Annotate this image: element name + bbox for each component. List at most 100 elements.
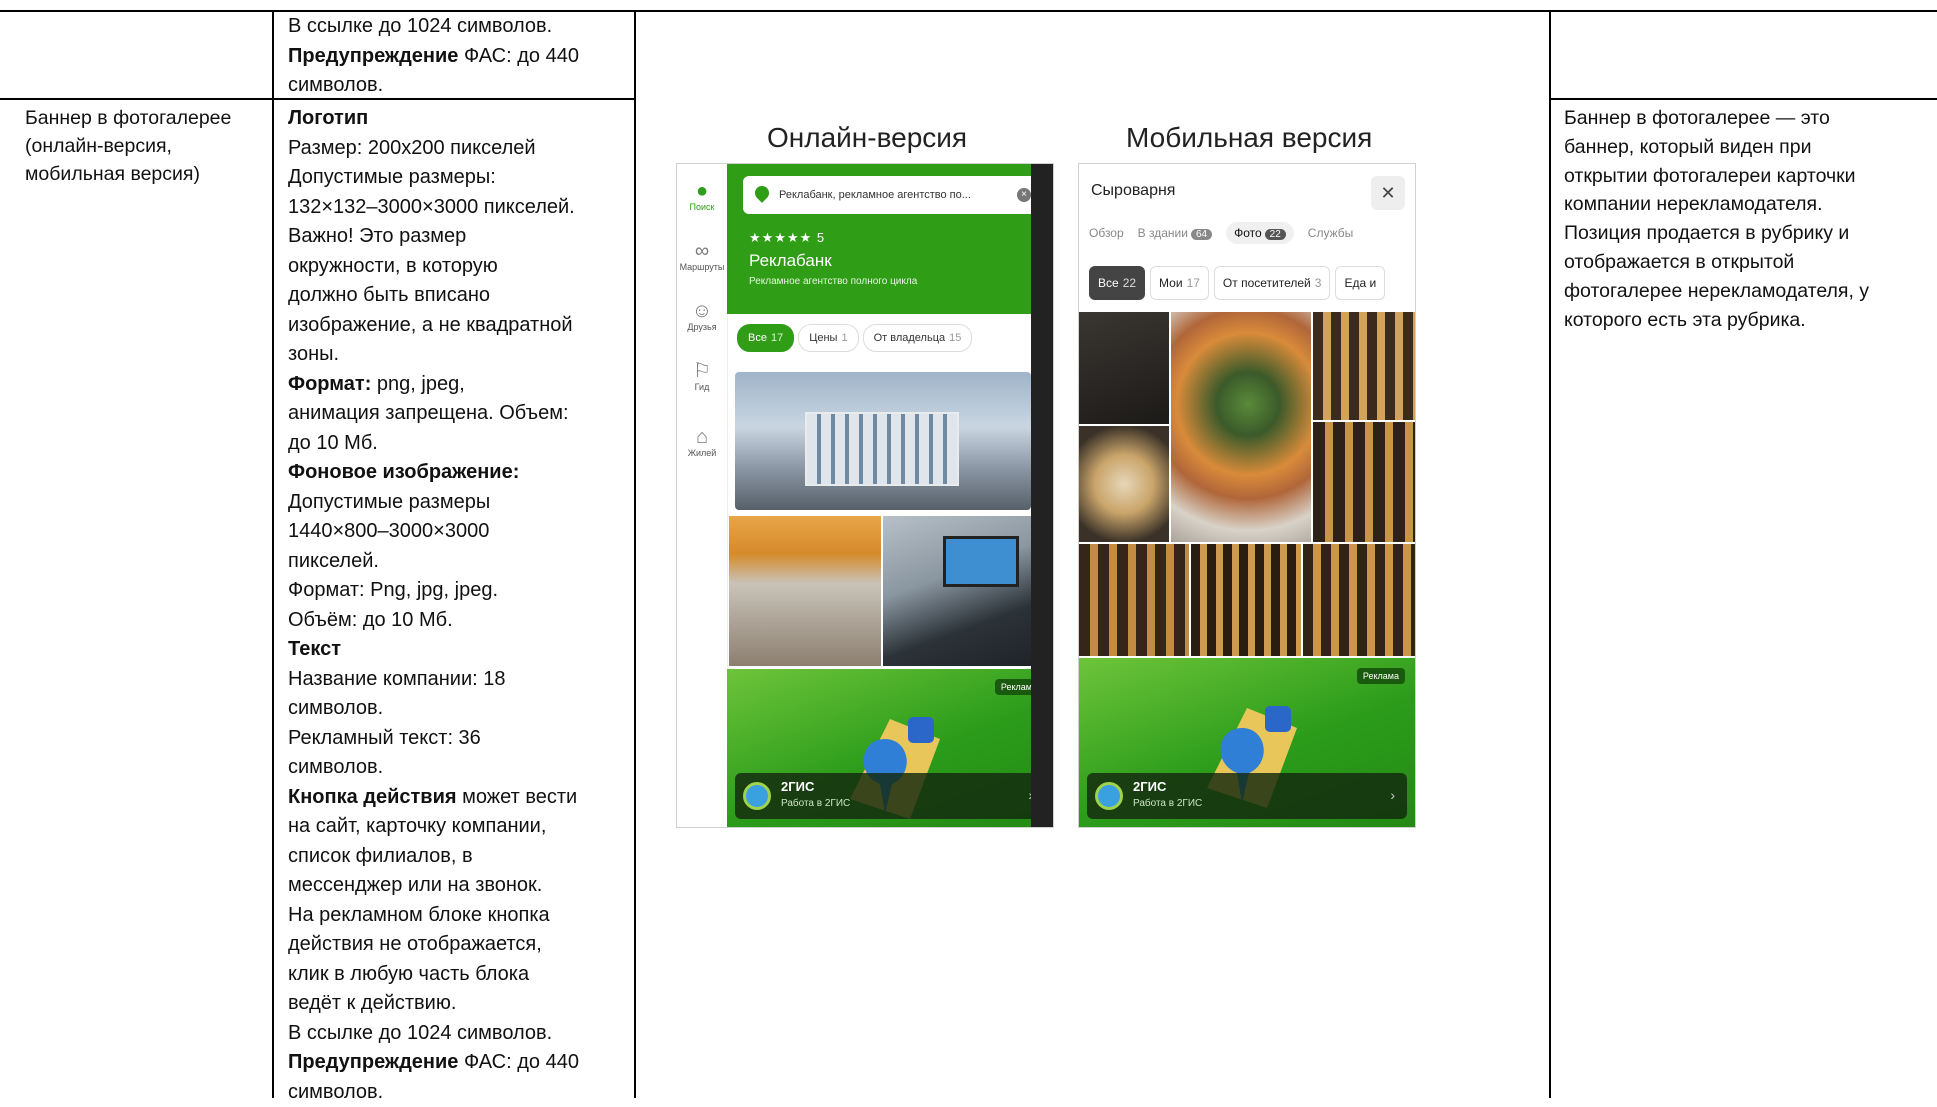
text-line: На рекламном блоке кнопка: [288, 901, 628, 931]
photo-hall[interactable]: [729, 516, 881, 666]
text-line: зоны.: [288, 340, 628, 370]
org-description: Рекламное агентство полного цикла: [749, 276, 917, 287]
chip-owner[interactable]: От владельца15: [863, 324, 973, 352]
text-line: Логотип: [288, 104, 628, 134]
sidebar-item-guide[interactable]: ⚐Гид: [677, 360, 727, 392]
tab-in-building[interactable]: В здании64: [1138, 226, 1212, 240]
tv-shape: [943, 536, 1019, 587]
filter-all[interactable]: Все 22: [1089, 266, 1145, 300]
sidebar-label: Жилей: [688, 448, 717, 458]
ad-action-bar[interactable]: 2ГИС Работа в 2ГИС ›: [1087, 773, 1407, 819]
sidebar-item-routes[interactable]: ∞Маршруты: [677, 240, 727, 272]
text: Допустимые размеры: [288, 491, 490, 513]
ad-banner-online[interactable]: Реклама 2ГИС Работа в 2ГИС ›: [727, 669, 1053, 827]
text-line: пикселей.: [288, 547, 628, 577]
sidebar-item-housing[interactable]: ⌂Жилей: [677, 426, 727, 458]
close-icon[interactable]: ✕: [1371, 176, 1405, 210]
sidebar-label: Гид: [695, 382, 710, 392]
online-version-title: Онлайн-версия: [767, 122, 967, 154]
text: Объём: до 10 Мб.: [288, 609, 453, 631]
spec-line: Предупреждение ФАС: до 440: [288, 42, 628, 72]
mobile-version-title: Мобильная версия: [1126, 122, 1372, 154]
text-line: ведёт к действию.: [288, 989, 628, 1019]
text-line: фотогалерее нерекламодателя, у: [1564, 277, 1914, 306]
chip-all[interactable]: Все 17: [737, 324, 794, 352]
card-header: Реклабанк, рекламное агентство по... × ★…: [727, 164, 1053, 314]
filter-visitors[interactable]: От посетителей3: [1214, 266, 1331, 300]
text: изображение, а не квадратной: [288, 314, 573, 336]
text: зоны.: [288, 343, 339, 365]
text-line: на сайт, карточку компании,: [288, 812, 628, 842]
row-divider-2: [1549, 98, 1937, 100]
text: ФАС: до 440: [458, 1051, 579, 1073]
ad-action-bar[interactable]: 2ГИС Работа в 2ГИС ›: [735, 773, 1045, 819]
chip-count: 17: [771, 332, 783, 344]
photo-glass[interactable]: [1079, 312, 1169, 424]
spec-text: ФАС: до 440: [458, 45, 579, 67]
chip-count: 1: [841, 332, 847, 344]
sidebar-label: Маршруты: [680, 262, 725, 272]
banner-description-cell: Баннер в фотогалерее — этобаннер, которы…: [1564, 104, 1914, 334]
sidebar-item-friends[interactable]: ☺Друзья: [677, 300, 727, 332]
top-row-spec: В ссылке до 1024 символов. Предупреждени…: [288, 12, 628, 101]
tab-overview[interactable]: Обзор: [1089, 226, 1124, 240]
photo-building[interactable]: [735, 372, 1031, 510]
filter-label: Все: [1098, 276, 1119, 290]
clear-icon[interactable]: ×: [1017, 188, 1031, 202]
photo-interior-2[interactable]: [1313, 422, 1415, 542]
filter-count: 22: [1123, 276, 1136, 290]
text-line: Фоновое изображение:: [288, 458, 628, 488]
tab-count: 64: [1191, 229, 1212, 240]
filter-count: 3: [1315, 276, 1322, 290]
search-input[interactable]: Реклабанк, рекламное агентство по... ×: [743, 176, 1039, 214]
text-line: Баннер в фотогалерее: [25, 104, 270, 132]
2gis-logo-icon: [1095, 782, 1123, 810]
text: png, jpeg,: [371, 373, 464, 395]
chip-label: Все: [748, 332, 767, 344]
text-line: Формат: Png, jpg, jpeg.: [288, 576, 628, 606]
text-line: изображение, а не квадратной: [288, 311, 628, 341]
text-line: 1440×800–3000×3000: [288, 517, 628, 547]
chevron-right-icon: ›: [1390, 787, 1395, 803]
text: символов.: [288, 697, 383, 719]
chip-label: Цены: [809, 332, 837, 344]
tab-count: 22: [1265, 229, 1286, 240]
text: На рекламном блоке кнопка: [288, 904, 550, 926]
text-line: Размер: 200х200 пикселей: [288, 134, 628, 164]
ad-company-name: 2ГИС: [1133, 779, 1166, 794]
tab-services[interactable]: Службы: [1308, 226, 1353, 240]
text-line: Баннер в фотогалерее — это: [1564, 104, 1914, 133]
chip-prices[interactable]: Цены 1: [798, 324, 858, 352]
filter-label: Мои: [1159, 276, 1183, 290]
tab-label: Обзор: [1089, 226, 1124, 240]
sidebar-item-search[interactable]: ●Поиск: [677, 180, 727, 212]
photo-interior-5[interactable]: [1303, 544, 1415, 656]
text-line: баннер, который виден при: [1564, 133, 1914, 162]
photo-filter-chips: Все 17 Цены 1 От владельца15: [737, 324, 1053, 352]
photo-interior-4[interactable]: [1191, 544, 1301, 656]
text-line: символов.: [288, 753, 628, 783]
tab-photos[interactable]: Фото22: [1226, 222, 1294, 244]
tab-label: Фото: [1234, 226, 1262, 240]
text-line: Название компании: 18: [288, 665, 628, 695]
photo-food[interactable]: [1171, 312, 1311, 542]
text: окружности, в которую: [288, 255, 498, 277]
text: мессенджер или на звонок.: [288, 874, 542, 896]
filter-mine[interactable]: Мои17: [1150, 266, 1209, 300]
sidebar-label: Друзья: [687, 322, 716, 332]
photo-interior-1[interactable]: [1313, 312, 1415, 420]
text: до 10 Мб.: [288, 432, 378, 454]
text-line: Текст: [288, 635, 628, 665]
text-line: Допустимые размеры:: [288, 163, 628, 193]
banner-name-cell: Баннер в фотогалерее(онлайн-версия,мобил…: [25, 104, 270, 188]
ad-text: Работа в 2ГИС: [781, 798, 850, 809]
ad-banner-mobile[interactable]: Реклама 2ГИС Работа в 2ГИС ›: [1079, 658, 1415, 827]
photo-dish[interactable]: [1079, 426, 1169, 542]
bold-text: Кнопка действия: [288, 786, 457, 808]
text: пикселей.: [288, 550, 379, 572]
photo-office[interactable]: [883, 516, 1035, 666]
chip-label: От владельца: [874, 332, 946, 344]
filter-food[interactable]: Еда и: [1335, 266, 1385, 300]
photo-interior-3[interactable]: [1079, 544, 1189, 656]
online-version-screenshot: ●Поиск ∞Маршруты ☺Друзья ⚐Гид ⌂Жилей Рек…: [676, 163, 1054, 828]
